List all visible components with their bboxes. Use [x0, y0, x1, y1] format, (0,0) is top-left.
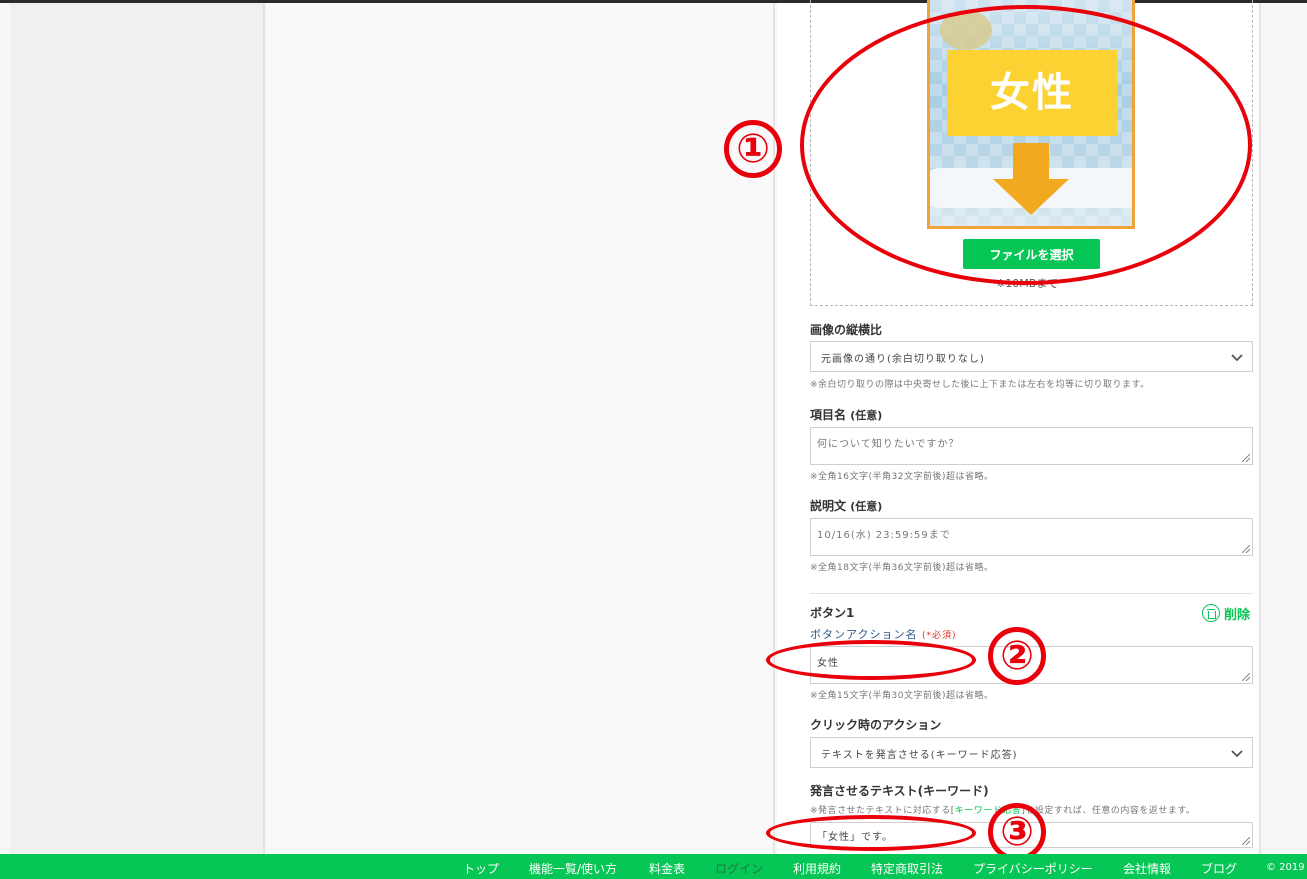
speech-note-suffix: ]を設定すれば、任意の内容を返せます。 [1021, 806, 1196, 816]
item-name-label: 項目名 (任意) [810, 406, 882, 423]
aspect-ratio-label: 画像の縦横比 [810, 323, 883, 337]
annotation-number-3: ③ [988, 803, 1046, 861]
description-label: 説明文 (任意) [810, 497, 882, 514]
description-label-text: 説明文 [810, 499, 847, 513]
left-sidebar [10, 3, 265, 854]
resize-handle[interactable] [1242, 837, 1250, 845]
item-name-label-text: 項目名 [810, 408, 847, 422]
optional-tag: (任意) [850, 500, 883, 513]
speech-text-label: 発言させるテキスト(キーワード) [810, 784, 989, 798]
preview-area [267, 3, 775, 854]
footer-link-commerce-law[interactable]: 特定商取引法 [871, 860, 943, 877]
footer-link-terms[interactable]: 利用規約 [793, 860, 841, 877]
annotation-ellipse-2 [766, 640, 976, 680]
annotation-ellipse-1 [800, 5, 1252, 285]
resize-handle[interactable] [1242, 454, 1250, 462]
item-name-field[interactable]: 何について知りたいですか？ [810, 427, 1253, 465]
footer-link-top[interactable]: トップ [463, 860, 499, 877]
click-action-select[interactable]: テキストを発言させる(キーワード応答) [810, 737, 1253, 768]
footer-link-features[interactable]: 機能一覧/使い方 [529, 860, 617, 877]
action-name-note: ※全角15文字(半角30文字前後)超は省略。 [810, 691, 994, 701]
annotation-ellipse-3 [766, 815, 976, 851]
footer-link-blog[interactable]: ブログ [1201, 860, 1237, 877]
aspect-ratio-select[interactable]: 元画像の通り(余白切り取りなし) [810, 341, 1253, 372]
item-name-note: ※全角16文字(半角32文字前後)超は省略。 [810, 472, 994, 482]
left-gutter [0, 3, 10, 854]
resize-handle[interactable] [1242, 545, 1250, 553]
footer-bar: トップ 機能一覧/使い方 料金表 ログイン 利用規約 特定商取引法 プライバシー… [0, 854, 1307, 879]
delete-label: 削除 [1224, 607, 1251, 623]
footer-link-privacy[interactable]: プライバシーポリシー [973, 860, 1093, 877]
button1-title: ボタン1 [810, 606, 855, 620]
item-name-placeholder: 何について知りたいですか？ [817, 439, 960, 450]
annotation-number-1: ① [724, 120, 782, 178]
copyright: © 2019 [1266, 862, 1305, 873]
annotation-number-2: ② [988, 627, 1046, 685]
description-note: ※全角18文字(半角36文字前後)超は省略。 [810, 563, 994, 573]
footer-link-pricing[interactable]: 料金表 [649, 860, 685, 877]
chevron-down-icon [1231, 750, 1243, 758]
aspect-ratio-value: 元画像の通り(余白切り取りなし) [821, 354, 985, 365]
footer-link-company[interactable]: 会社情報 [1123, 860, 1171, 877]
section-divider [810, 593, 1253, 594]
click-action-value: テキストを発言させる(キーワード応答) [821, 750, 1018, 761]
optional-tag: (任意) [850, 409, 883, 422]
footer-link-login[interactable]: ログイン [715, 860, 763, 877]
aspect-ratio-note: ※余白切り取りの際は中央寄せした後に上下または左右を均等に切り取ります。 [810, 380, 1150, 390]
delete-button[interactable]: 削除 [1202, 603, 1250, 623]
chevron-down-icon [1231, 354, 1243, 362]
required-tag: (*必須) [921, 631, 957, 641]
description-field[interactable]: 10/16(水) 23:59:59まで [810, 518, 1253, 556]
trash-icon [1202, 604, 1220, 622]
description-placeholder: 10/16(水) 23:59:59まで [817, 530, 951, 541]
click-action-label: クリック時のアクション [810, 718, 942, 732]
resize-handle[interactable] [1242, 673, 1250, 681]
